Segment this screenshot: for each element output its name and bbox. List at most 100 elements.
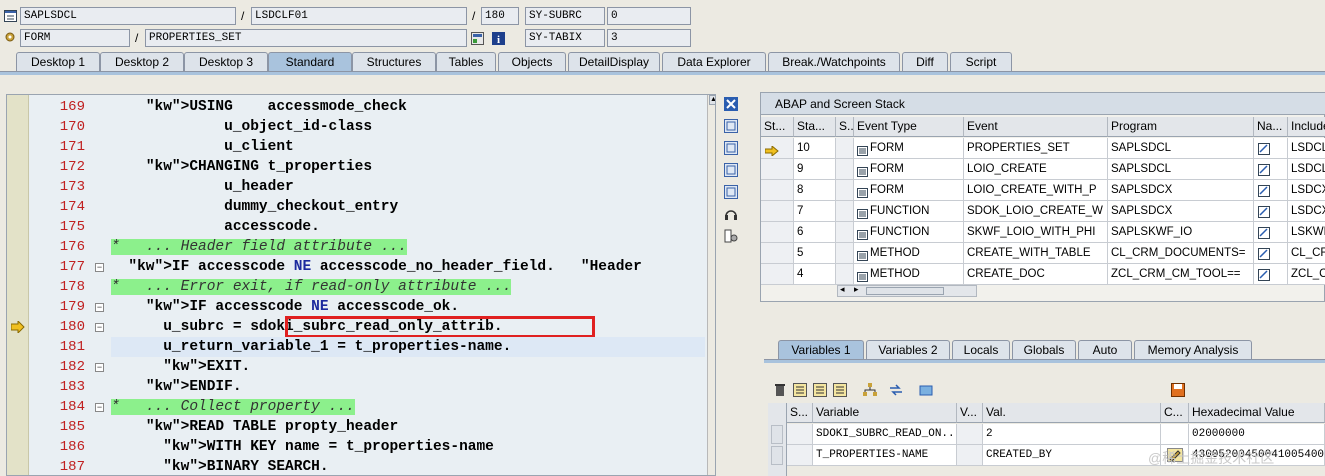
var-cell[interactable] xyxy=(957,424,983,445)
var-column-header[interactable]: C... xyxy=(1161,403,1189,423)
list-delete-icon[interactable] xyxy=(832,382,848,398)
stack-cell[interactable]: 6 xyxy=(794,222,836,243)
tab-detaildisplay[interactable]: DetailDisplay xyxy=(568,52,660,71)
tab-data-explorer[interactable]: Data Explorer xyxy=(662,52,766,71)
stack-cell[interactable]: LOIO_CREATE xyxy=(964,159,1108,180)
var-tab-locals[interactable]: Locals xyxy=(952,340,1010,359)
var-column-header[interactable]: Variable xyxy=(813,403,957,423)
fold-toggle-icon[interactable]: − xyxy=(95,303,104,312)
stack-cell[interactable]: FORM xyxy=(854,138,964,159)
tabix-value[interactable]: 3 xyxy=(607,29,691,47)
stack-cell[interactable] xyxy=(836,159,854,180)
settings-icon[interactable] xyxy=(723,228,739,244)
var-column-header[interactable]: Hexadecimal Value xyxy=(1189,403,1325,423)
stack-cell[interactable]: METHOD xyxy=(854,264,964,285)
tab-structures[interactable]: Structures xyxy=(352,52,436,71)
stack-cell[interactable] xyxy=(761,243,794,264)
scroll-left-icon[interactable]: ◂ xyxy=(840,284,845,295)
zoom-icon[interactable] xyxy=(723,162,739,178)
var-tab-globals[interactable]: Globals xyxy=(1012,340,1076,359)
stack-cell[interactable] xyxy=(836,201,854,222)
stack-cell[interactable]: LSKWF xyxy=(1288,222,1325,243)
fold-toggle-icon[interactable]: − xyxy=(95,403,104,412)
stack-cell[interactable] xyxy=(836,222,854,243)
tab-diff[interactable]: Diff xyxy=(902,52,948,71)
var-cell[interactable]: 02000000 xyxy=(1189,424,1325,445)
stack-cell[interactable]: 4 xyxy=(794,264,836,285)
stack-column-header[interactable]: St... xyxy=(761,117,794,137)
event-type-field[interactable]: FORM xyxy=(20,29,130,47)
stack-cell[interactable] xyxy=(761,201,794,222)
stack-cell[interactable]: ZCL_CRM_CM_TOOL== xyxy=(1108,264,1254,285)
headset-icon[interactable] xyxy=(723,206,739,222)
stack-column-header[interactable]: Program xyxy=(1108,117,1254,137)
editor-scrollbar[interactable]: ▲ xyxy=(707,95,715,475)
row-selector[interactable] xyxy=(771,425,783,444)
stack-cell[interactable]: LSDCLF xyxy=(1288,138,1325,159)
delete-icon[interactable] xyxy=(772,382,788,398)
navigate-icon[interactable] xyxy=(1258,205,1270,218)
stack-cell[interactable] xyxy=(1254,201,1288,222)
event-field[interactable]: PROPERTIES_SET xyxy=(145,29,467,47)
navigate-icon[interactable] xyxy=(1258,184,1270,197)
stack-cell[interactable]: LSDCXU xyxy=(1288,201,1325,222)
close-icon[interactable] xyxy=(723,96,739,112)
var-cell[interactable]: CREATED_BY xyxy=(983,445,1161,466)
stack-cell[interactable]: CREATE_DOC xyxy=(964,264,1108,285)
row-selector[interactable] xyxy=(771,446,783,465)
source-editor[interactable]: ▲ 169 "kw">USING accessmode_check 170 u_o… xyxy=(6,94,716,476)
stack-cell[interactable] xyxy=(836,243,854,264)
stack-cell[interactable] xyxy=(761,159,794,180)
expand-icon[interactable] xyxy=(723,184,739,200)
stack-cell[interactable]: FUNCTION xyxy=(854,201,964,222)
scroll-right-icon[interactable]: ▸ xyxy=(854,284,859,295)
var-cell[interactable]: 2 xyxy=(983,424,1161,445)
stack-cell[interactable]: SAPLSDCL xyxy=(1108,159,1254,180)
stack-cell[interactable] xyxy=(1254,138,1288,159)
transfer-icon[interactable] xyxy=(888,382,904,398)
include-field[interactable]: LSDCLF01 xyxy=(251,7,467,25)
var-cell[interactable] xyxy=(787,445,813,466)
var-tab-auto[interactable]: Auto xyxy=(1078,340,1132,359)
stack-cell[interactable]: LSDCXU xyxy=(1288,180,1325,201)
breakpoint-gutter[interactable] xyxy=(7,95,29,475)
stack-cell[interactable] xyxy=(1254,264,1288,285)
stack-cell[interactable] xyxy=(761,222,794,243)
var-cell[interactable]: T_PROPERTIES-NAME xyxy=(813,445,957,466)
stack-cell[interactable]: 10 xyxy=(794,138,836,159)
var-cell[interactable]: SDOKI_SUBRC_READ_ON... xyxy=(813,424,957,445)
stack-column-header[interactable]: Sta... xyxy=(794,117,836,137)
stack-cell[interactable] xyxy=(1254,180,1288,201)
var-tab-variables-1[interactable]: Variables 1 xyxy=(778,340,864,359)
tab-tables[interactable]: Tables xyxy=(436,52,496,71)
tab-desktop-3[interactable]: Desktop 3 xyxy=(184,52,268,71)
stack-cell[interactable]: SDOK_LOIO_CREATE_W xyxy=(964,201,1108,222)
stack-cell[interactable]: SAPLSDCX xyxy=(1108,180,1254,201)
navigate-icon[interactable] xyxy=(1258,163,1270,176)
info-icon[interactable]: i xyxy=(491,31,505,45)
stack-cell[interactable]: SAPLSDCX xyxy=(1108,201,1254,222)
tree-icon[interactable] xyxy=(862,382,878,398)
tab-desktop-2[interactable]: Desktop 2 xyxy=(100,52,184,71)
stack-cell[interactable]: FORM xyxy=(854,180,964,201)
navigate-icon[interactable] xyxy=(1258,247,1270,260)
stack-cell[interactable] xyxy=(761,138,794,159)
stack-cell[interactable]: 7 xyxy=(794,201,836,222)
stack-cell[interactable]: CL_CRM_DOCUMENTS= xyxy=(1108,243,1254,264)
stack-column-header[interactable]: Include xyxy=(1288,117,1325,137)
stack-cell[interactable]: LSDCLU xyxy=(1288,159,1325,180)
stack-cell[interactable] xyxy=(1254,222,1288,243)
stack-column-header[interactable]: Event xyxy=(964,117,1108,137)
var-cell[interactable] xyxy=(1161,424,1189,445)
stack-cell[interactable]: CREATE_WITH_TABLE xyxy=(964,243,1108,264)
stack-cell[interactable]: PROPERTIES_SET xyxy=(964,138,1108,159)
var-column-header[interactable]: S... xyxy=(787,403,813,423)
fold-toggle-icon[interactable]: − xyxy=(95,263,104,272)
fold-toggle-icon[interactable]: − xyxy=(95,363,104,372)
stack-cell[interactable]: SAPLSKWF_IO xyxy=(1108,222,1254,243)
stack-cell[interactable] xyxy=(1254,159,1288,180)
tab-standard[interactable]: Standard xyxy=(268,52,352,71)
stack-cell[interactable]: METHOD xyxy=(854,243,964,264)
fold-toggle-icon[interactable]: − xyxy=(95,323,104,332)
list-icon[interactable] xyxy=(812,382,828,398)
